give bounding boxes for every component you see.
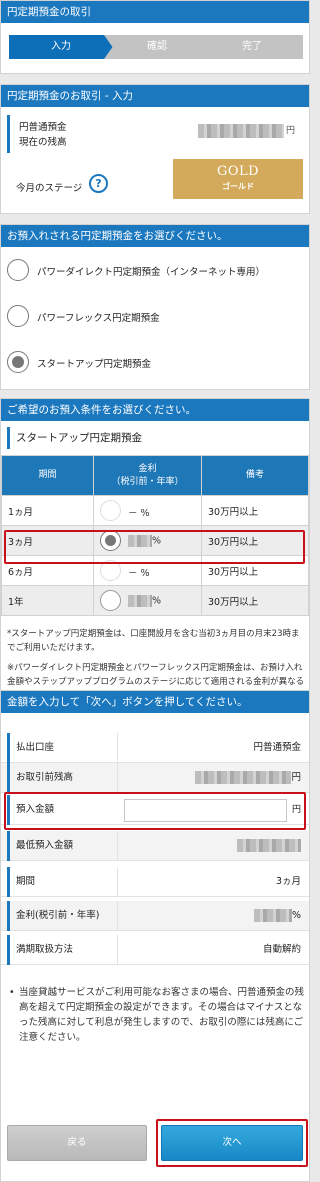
rate-unit: % (291, 910, 301, 921)
stage-name: GOLD (216, 164, 260, 179)
radio-button[interactable] (100, 590, 121, 611)
period-row: 期間 3ヵ月 (1, 867, 309, 897)
next-button-highlight (156, 1119, 308, 1167)
stage-badge: GOLD ゴールド (173, 159, 303, 199)
maturity-row: 満期取扱方法 自動解約 (1, 935, 309, 965)
product-section-title: お預入れされる円定期預金をお選びください。 (1, 225, 309, 247)
header-rate: 金利 （税引前・年率） (93, 455, 202, 496)
product-option-label: スタートアップ円定期預金 (37, 359, 152, 370)
back-button[interactable]: 戻る (7, 1125, 147, 1161)
product-section: お預入れされる円定期預金をお選びください。 パワーダイレクト円定期預金（インター… (0, 224, 310, 390)
minimum-amount-value (237, 831, 301, 861)
balance-row: 円普通預金 現在の残高 円 (7, 115, 303, 153)
debit-account-label: 払出口座 (7, 733, 117, 763)
pre-balance-label: お取引前残高 (7, 763, 117, 793)
conditions-section: ご希望のお預入条件をお選びください。 スタートアップ円定期預金 期間 金利 （税引… (0, 398, 310, 701)
masked-amount (195, 771, 292, 784)
amount-section: 金額を入力して「次へ」ボタンを押してください。 払出口座 円普通預金 お取引前残… (0, 690, 310, 1182)
rate-value: － % (128, 568, 150, 579)
step-complete: 完了 (201, 35, 303, 59)
masked-amount (197, 123, 284, 138)
table-header-row: 期間 金利 （税引前・年率） 備考 (1, 455, 309, 496)
product-option-startup[interactable]: スタートアップ円定期預金 (7, 351, 303, 375)
rate-cell[interactable]: － % (93, 495, 202, 526)
header-note: 備考 (201, 455, 309, 496)
help-icon[interactable]: ? (89, 174, 108, 193)
rate-value: － % (128, 508, 150, 519)
radio-button[interactable] (7, 259, 29, 281)
stage-label: 今月のステージ (16, 183, 83, 194)
product-option-power-direct[interactable]: パワーダイレクト円定期預金（インターネット専用） (7, 259, 303, 283)
masked-rate (253, 909, 292, 922)
maturity-label: 満期取扱方法 (7, 935, 117, 965)
rate-cell[interactable]: % (93, 585, 202, 616)
product-name: スタートアップ円定期預金 (7, 427, 303, 449)
balance-label-account: 円普通預金 (19, 122, 67, 133)
balance-label-current: 現在の残高 (19, 137, 67, 148)
account-section-title: 円定期預金のお取引 - 入力 (1, 85, 309, 107)
debit-account-value: 円普通預金 (253, 742, 301, 753)
stage-row: 今月のステージ ? GOLD ゴールド (7, 159, 303, 203)
pre-balance-unit: 円 (291, 772, 301, 783)
period-cell: 1年 (1, 585, 94, 616)
step-input: 入力 (9, 35, 113, 59)
page-title: 円定期預金の取引 (1, 1, 309, 23)
header-rate-line2: （税引前・年率） (111, 476, 184, 487)
rate-unit: % (152, 595, 162, 607)
page: 円定期預金の取引 入力 確認 完了 円定期預金のお取引 - 入力 円普通預金 現… (0, 0, 310, 1182)
amount-section-title: 金額を入力して「次へ」ボタンを押してください。 (1, 691, 309, 713)
note-cell: 30万円以上 (201, 585, 309, 616)
conditions-section-title: ご希望のお預入条件をお選びください。 (1, 399, 309, 421)
radio-button-selected[interactable] (7, 351, 29, 373)
header-period: 期間 (1, 455, 94, 496)
period-cell: 1ヵ月 (1, 495, 94, 526)
startup-note: *スタートアップ円定期預金は、口座開設月を含む当初3ヵ月目の月末23時までご利用… (7, 629, 300, 653)
rate-row: 金利(税引前・年率) % (1, 901, 309, 931)
overdraft-notice: 当座貸越サービスがご利用可能なお客さまの場合、円普通預金の残高を超えて円定期預金… (7, 985, 305, 1045)
maturity-value: 自動解約 (262, 944, 301, 955)
pre-balance-value: 円 (195, 763, 301, 793)
balance-value: 円 (197, 123, 295, 138)
step-confirm: 確認 (104, 35, 210, 59)
radio-button[interactable] (100, 500, 121, 521)
period-label: 期間 (7, 867, 117, 897)
step-indicator: 入力 確認 完了 (9, 35, 303, 59)
minimum-amount-label: 最低預入金額 (7, 831, 117, 861)
deposit-row-highlight (4, 792, 306, 830)
stage-sub: ゴールド (222, 182, 254, 191)
table-row[interactable]: 1ヵ月 － % 30万円以上 (1, 495, 309, 526)
rate-value: % (253, 901, 301, 931)
rate-label: 金利(税引前・年率) (7, 901, 117, 931)
pre-balance-row: お取引前残高 円 (1, 763, 309, 793)
balance-unit: 円 (285, 126, 295, 136)
period-value: 3ヵ月 (275, 876, 301, 887)
product-option-power-flex[interactable]: パワーフレックス円定期預金 (7, 305, 303, 329)
note-cell: 30万円以上 (201, 495, 309, 526)
radio-button[interactable] (7, 305, 29, 327)
table-row[interactable]: 1年 % 30万円以上 (1, 585, 309, 616)
account-section: 円定期預金のお取引 - 入力 円普通預金 現在の残高 円 今月のステージ ? G… (0, 84, 310, 214)
rate-value: % (128, 595, 161, 607)
masked-amount (237, 839, 301, 852)
header-rate-line1: 金利 (138, 463, 157, 474)
selected-row-highlight (4, 530, 305, 564)
minimum-amount-row: 最低預入金額 (1, 831, 309, 861)
product-option-label: パワーダイレクト円定期預金（インターネット専用） (37, 267, 266, 278)
masked-rate (128, 595, 152, 607)
product-option-label: パワーフレックス円定期預金 (37, 313, 160, 324)
debit-account-row: 払出口座 円普通預金 (1, 733, 309, 763)
header-section: 円定期預金の取引 入力 確認 完了 (0, 0, 310, 74)
